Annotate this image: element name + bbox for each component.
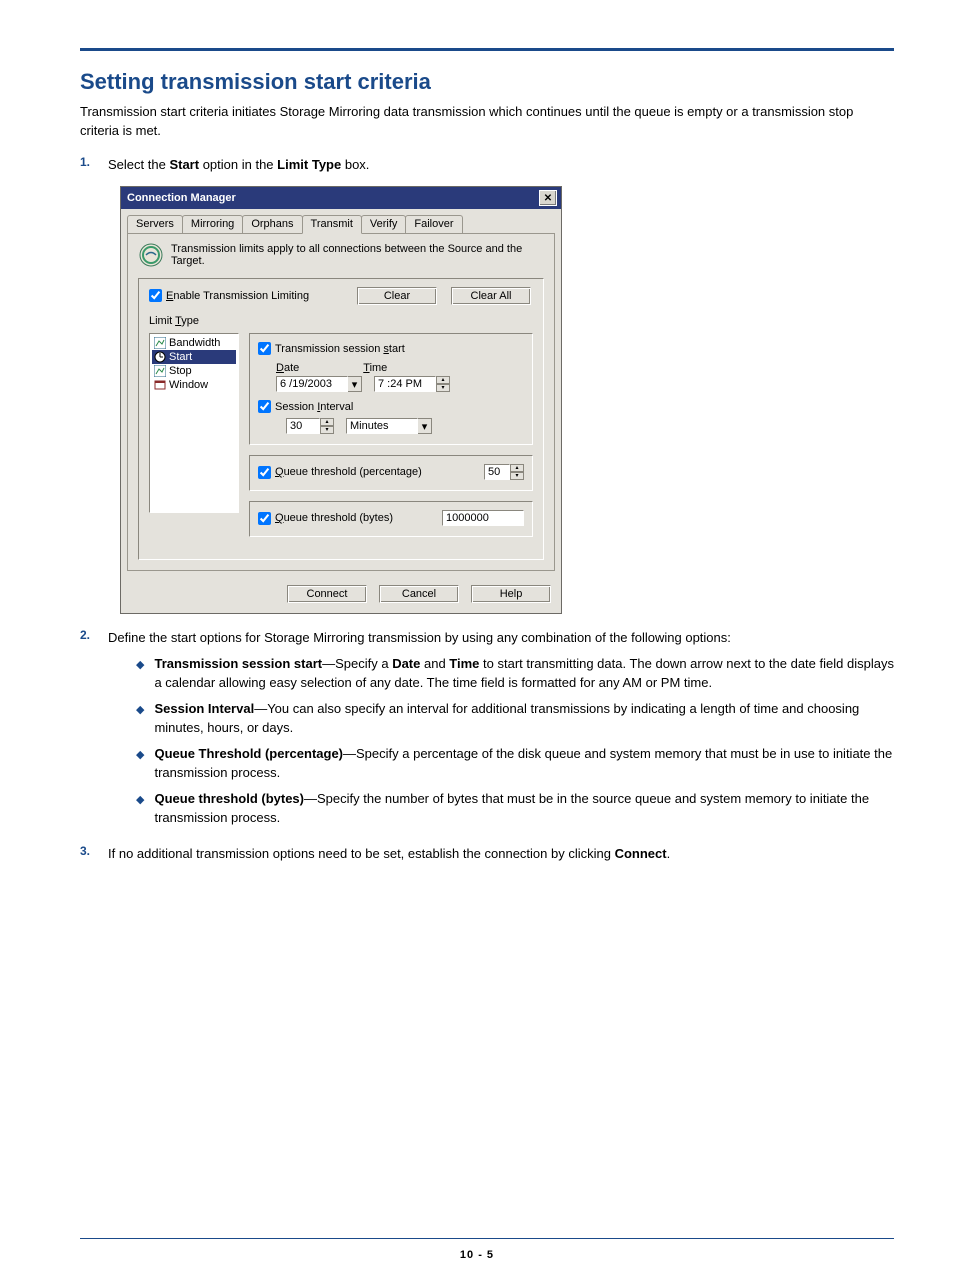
diamond-icon: ◆ xyxy=(136,702,144,719)
clock-icon xyxy=(154,351,166,363)
clear-all-button[interactable]: Clear All xyxy=(451,287,531,305)
queue-percentage-value[interactable]: 50 ▴▾ xyxy=(484,464,524,480)
chevron-down-icon[interactable]: ▾ xyxy=(418,418,432,434)
date-picker[interactable]: 6 /19/2003 ▾ xyxy=(276,376,362,392)
tab-servers[interactable]: Servers xyxy=(127,215,183,233)
session-interval-checkbox[interactable]: Session Interval xyxy=(258,400,353,413)
tab-mirroring[interactable]: Mirroring xyxy=(182,215,243,233)
step-1-text: Select the Start option in the Limit Typ… xyxy=(108,155,894,175)
dialog-title: Connection Manager xyxy=(127,192,236,204)
connection-manager-dialog: Connection Manager ✕ Servers Mirroring O… xyxy=(120,186,562,614)
tab-failover[interactable]: Failover xyxy=(405,215,462,233)
queue-threshold-bytes-checkbox[interactable]: Queue threshold (bytes) xyxy=(258,512,393,525)
bullet-queue-threshold-bytes: Queue threshold (bytes)—Specify the numb… xyxy=(154,789,894,828)
step-number: 3. xyxy=(80,844,108,858)
date-label: Date xyxy=(276,362,299,374)
step-3-text: If no additional transmission options ne… xyxy=(108,844,894,864)
limit-stop[interactable]: Stop xyxy=(152,364,236,378)
tab-orphans[interactable]: Orphans xyxy=(242,215,302,233)
window-icon xyxy=(154,379,166,391)
connect-button[interactable]: Connect xyxy=(287,585,367,603)
limit-window[interactable]: Window xyxy=(152,378,236,392)
limit-type-label: Limit Type xyxy=(149,315,533,327)
transmission-session-start-checkbox[interactable]: Transmission session start xyxy=(258,342,405,355)
close-button[interactable]: ✕ xyxy=(539,190,557,206)
cancel-button[interactable]: Cancel xyxy=(379,585,459,603)
step-number: 1. xyxy=(80,155,108,169)
chart-icon xyxy=(154,337,166,349)
enable-transmission-limiting-checkbox[interactable]: Enable Transmission Limiting xyxy=(149,289,309,302)
intro-text: Transmission start criteria initiates St… xyxy=(80,103,894,141)
tab-verify[interactable]: Verify xyxy=(361,215,407,233)
bullet-queue-threshold-percentage: Queue Threshold (percentage)—Specify a p… xyxy=(154,744,894,783)
interval-value[interactable]: 30 ▴▾ xyxy=(286,418,334,434)
diamond-icon: ◆ xyxy=(136,747,144,764)
tab-transmit[interactable]: Transmit xyxy=(302,215,362,234)
page-number: 10 - 5 xyxy=(0,1249,954,1261)
limit-start[interactable]: Start xyxy=(152,350,236,364)
chevron-down-icon[interactable]: ▾ xyxy=(348,376,362,392)
diamond-icon: ◆ xyxy=(136,792,144,809)
clear-button[interactable]: Clear xyxy=(357,287,437,305)
bullet-session-interval: Session Interval—You can also specify an… xyxy=(154,699,894,738)
interval-unit[interactable]: Minutes ▾ xyxy=(346,418,432,434)
info-text: Transmission limits apply to all connect… xyxy=(171,243,544,267)
time-label: Time xyxy=(363,362,387,374)
queue-bytes-value[interactable]: 1000000 xyxy=(442,510,524,526)
time-picker[interactable]: 7 :24 PM ▴▾ xyxy=(374,376,450,392)
queue-threshold-percentage-checkbox[interactable]: Queue threshold (percentage) xyxy=(258,466,422,479)
help-button[interactable]: Help xyxy=(471,585,551,603)
page-heading: Setting transmission start criteria xyxy=(80,69,894,95)
chart-icon xyxy=(154,365,166,377)
limit-type-list[interactable]: Bandwidth Start Stop xyxy=(149,333,239,513)
step-number: 2. xyxy=(80,628,108,642)
info-icon xyxy=(138,242,163,268)
bullet-transmission-session-start: Transmission session start—Specify a Dat… xyxy=(154,654,894,693)
diamond-icon: ◆ xyxy=(136,657,144,674)
close-icon: ✕ xyxy=(544,193,552,204)
tab-strip: Servers Mirroring Orphans Transmit Verif… xyxy=(127,215,555,234)
limit-bandwidth[interactable]: Bandwidth xyxy=(152,336,236,350)
step-2-text: Define the start options for Storage Mir… xyxy=(108,628,894,834)
